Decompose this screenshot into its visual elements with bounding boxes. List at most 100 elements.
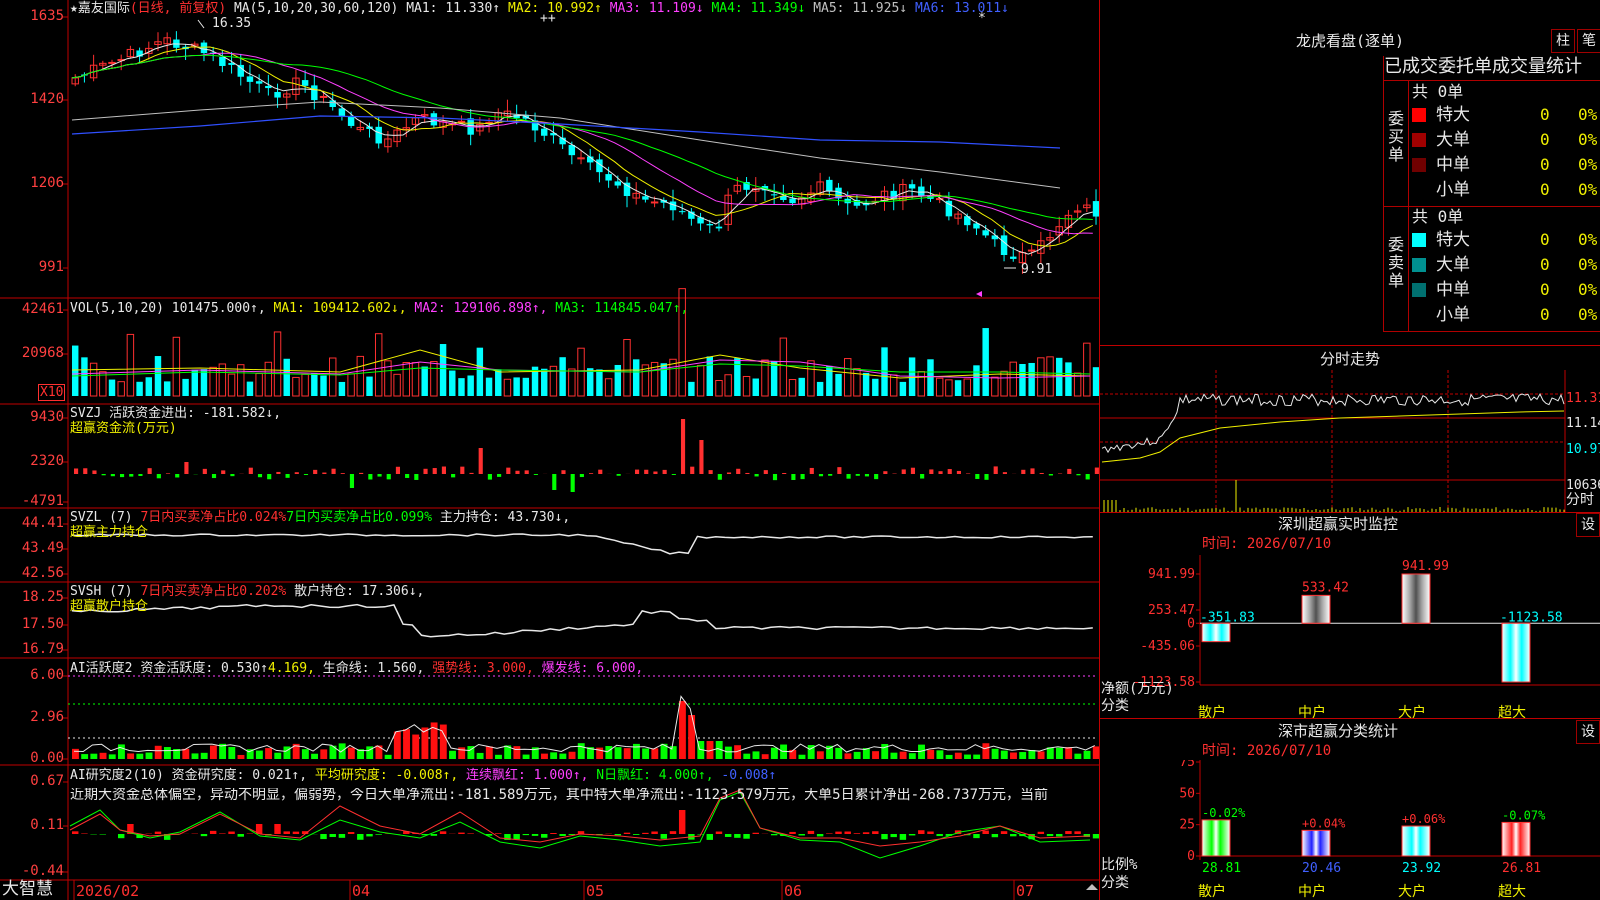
brand-logo[interactable]: 大智慧 — [2, 880, 53, 899]
volume-bar — [246, 381, 254, 396]
volume-bar — [163, 381, 171, 396]
monitor-settings-button[interactable]: 设 — [1576, 513, 1600, 537]
research-bar — [237, 834, 244, 837]
y-tick-ai1: 2.96 — [30, 709, 64, 725]
y-tick-ai1: 6.00 — [30, 667, 64, 683]
classify-settings-button[interactable]: 设 — [1576, 720, 1600, 744]
buy-row-name: 中单 — [1436, 155, 1470, 175]
ma-value-3: MA3: 11.109↓ — [609, 1, 712, 16]
intraday-chart[interactable] — [1100, 370, 1600, 512]
activity-bar — [1056, 747, 1063, 759]
volume-bar — [393, 373, 401, 397]
sell-row-percent: 0% — [1578, 305, 1598, 324]
volume-bar — [587, 368, 594, 396]
volume-bar — [72, 345, 79, 396]
flow-bar — [165, 473, 171, 474]
sell-row-swatch — [1412, 283, 1426, 297]
activity-bar — [301, 749, 309, 759]
activity-bar — [642, 748, 650, 759]
volume-bar — [889, 374, 898, 397]
activity-bar — [982, 743, 990, 759]
research-bar — [991, 834, 999, 838]
flow-bar — [993, 466, 998, 474]
svzl-subtitle: 超赢主力持仓 — [70, 525, 149, 540]
activity-bar — [439, 724, 447, 759]
flow-bar — [119, 474, 125, 478]
bar-mode-button[interactable]: 柱 — [1551, 29, 1575, 53]
flow-bar — [874, 474, 879, 480]
volume-bar — [844, 358, 852, 397]
candle-body — [246, 76, 254, 82]
svzj-subtitle: 超赢资金流(万元) — [70, 421, 177, 436]
flow-bar — [671, 474, 676, 475]
classify-value-label: 23.92 — [1402, 861, 1441, 876]
activity-bar — [541, 753, 548, 759]
stock-name[interactable]: 嘉友国际 — [78, 1, 130, 16]
sell-row-count: 0 — [1540, 230, 1550, 249]
flow-bar — [405, 474, 410, 478]
activity-bar — [237, 754, 245, 759]
monitor-y-tick: 0 — [1187, 616, 1195, 631]
monitor-y-tick: -435.06 — [1140, 639, 1195, 654]
candle-body — [715, 226, 723, 229]
research-bar — [899, 834, 907, 840]
volume-bar — [734, 358, 741, 396]
chart-canvas[interactable]: ++ * — [0, 0, 1100, 900]
research-bar — [541, 834, 548, 838]
candle-body — [918, 186, 925, 197]
flow-bar — [1030, 468, 1035, 474]
svsh-ratio: 7日内买卖净占比0.202% — [140, 584, 287, 599]
sell-row-swatch — [1412, 308, 1426, 322]
tick-mode-button[interactable]: 笔 — [1577, 29, 1600, 53]
flow-bar — [800, 474, 805, 480]
svsh-name: SVSH (7) — [70, 584, 133, 599]
activity-bar — [513, 746, 521, 759]
volume-bar — [798, 377, 805, 396]
candle-body — [219, 56, 226, 66]
candle-body — [568, 144, 576, 156]
volume-bar — [283, 358, 290, 396]
flow-bar — [956, 470, 961, 474]
research-bar — [678, 810, 686, 834]
candle-body — [457, 120, 466, 123]
retail-position-line — [71, 603, 1093, 638]
intraday-price-line — [1101, 393, 1565, 454]
period-label[interactable]: (日线, 前复权) — [130, 1, 226, 16]
flow-bar — [414, 474, 419, 480]
research-bar — [550, 833, 557, 834]
candle-body — [311, 85, 318, 101]
volume-bar — [1009, 361, 1017, 397]
research-bar — [632, 834, 640, 835]
flow-bar — [791, 474, 796, 481]
research-bars — [72, 810, 1100, 840]
date-label: 04 — [352, 882, 371, 900]
star-icon[interactable]: ★ — [70, 1, 78, 16]
activity-bar — [1000, 750, 1008, 759]
vol-value-4: MA3: 114845.047↑, — [555, 301, 689, 316]
monitor-chart: 941.99253.470-435.06-1123.58-351.83散户533… — [1132, 555, 1600, 720]
y-tick-svzj: 2320 — [30, 453, 64, 469]
candle-body — [1027, 249, 1036, 252]
research-bar — [559, 834, 566, 836]
flow-bar — [285, 474, 290, 478]
activity-bar — [1019, 752, 1027, 759]
vol-unit-badge[interactable]: X10 — [38, 384, 66, 401]
flow-bar — [579, 474, 584, 478]
volume-bar — [476, 347, 484, 396]
candle-body — [255, 81, 263, 84]
flow-bar — [754, 474, 759, 477]
activity-bar — [1028, 749, 1036, 759]
volume-bar — [963, 378, 971, 397]
candle-body — [237, 64, 244, 77]
y-tick-svzl: 44.41 — [21, 515, 64, 531]
intraday-tick: 11.14 — [1566, 416, 1600, 431]
ma-value-4: MA4: 11.349↓ — [711, 1, 814, 16]
flow-bar — [772, 474, 778, 481]
activity-bar — [568, 751, 576, 759]
flow-bar — [708, 470, 713, 474]
classify-change-label: +0.04% — [1302, 816, 1346, 830]
sell-row-percent: 0% — [1578, 230, 1598, 249]
volume-bar — [439, 344, 447, 396]
flow-bar — [487, 474, 492, 480]
flow-bar — [313, 469, 318, 474]
